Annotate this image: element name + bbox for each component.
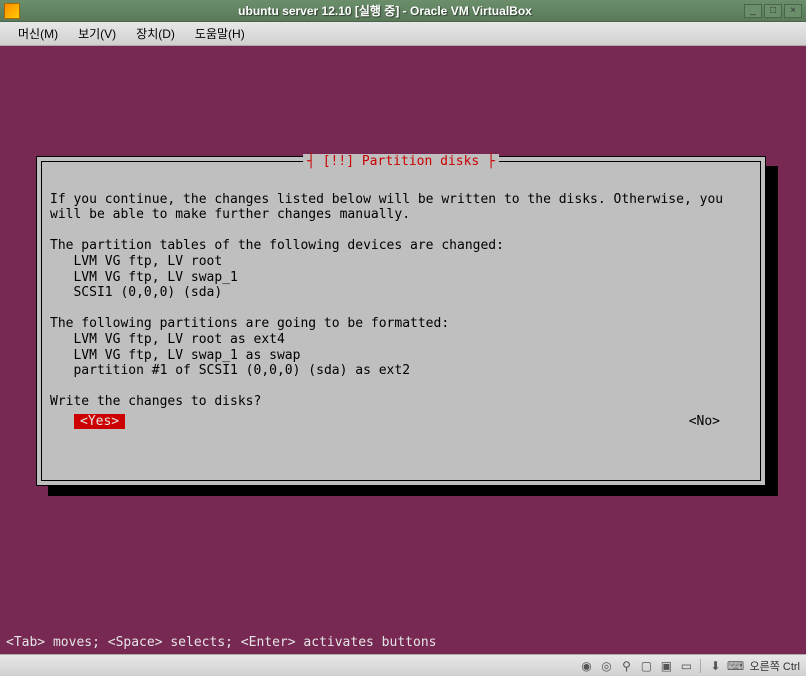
console-area[interactable]: ┤ [!!] Partition disks ├ If you continue… (0, 46, 806, 654)
titlebar[interactable]: ubuntu server 12.10 [실행 중] - Oracle VM V… (0, 0, 806, 22)
dialog-title: ┤ [!!] Partition disks ├ (303, 154, 499, 169)
dialog-title-text: [!!] Partition disks (323, 154, 480, 169)
format-header: The following partitions are going to be… (50, 316, 449, 331)
close-button[interactable]: × (784, 4, 802, 18)
dialog-inner: ┤ [!!] Partition disks ├ If you continue… (41, 161, 761, 481)
partition-dialog: ┤ [!!] Partition disks ├ If you continue… (36, 156, 766, 486)
menu-help[interactable]: 도움말(H) (185, 23, 255, 44)
dialog-choices: <Yes> <No> (50, 414, 752, 429)
help-text: <Tab> moves; <Space> selects; <Enter> ac… (6, 635, 436, 650)
separator (700, 659, 701, 673)
tables-header: The partition tables of the following de… (50, 238, 504, 253)
optical-icon[interactable]: ◎ (598, 658, 614, 674)
host-key-label: 오른쪽 Ctrl (749, 658, 800, 674)
window-controls: _ □ × (744, 4, 802, 18)
dialog-question: Write the changes to disks? (50, 394, 261, 409)
statusbar: ◉ ◎ ⚲ ▢ ▣ ▭ ⬇ ⌨ 오른쪽 Ctrl (0, 654, 806, 676)
network-icon[interactable]: ▢ (638, 658, 654, 674)
dialog-body: If you continue, the changes listed belo… (50, 176, 752, 410)
usb-icon[interactable]: ⚲ (618, 658, 634, 674)
shared-folder-icon[interactable]: ▣ (658, 658, 674, 674)
maximize-button[interactable]: □ (764, 4, 782, 18)
format-item-1: LVM VG ftp, LV root as ext4 (50, 332, 285, 347)
virtualbox-window: ubuntu server 12.10 [실행 중] - Oracle VM V… (0, 0, 806, 676)
host-key-icon[interactable]: ⌨ (727, 658, 743, 674)
tables-item-1: LVM VG ftp, LV root (50, 254, 222, 269)
menu-devices[interactable]: 장치(D) (126, 23, 185, 44)
menubar: 머신(M) 보기(V) 장치(D) 도움말(H) (0, 22, 806, 46)
menu-machine[interactable]: 머신(M) (8, 23, 68, 44)
minimize-button[interactable]: _ (744, 4, 762, 18)
hdd-icon[interactable]: ◉ (578, 658, 594, 674)
menu-view[interactable]: 보기(V) (68, 23, 126, 44)
format-item-3: partition #1 of SCSI1 (0,0,0) (sda) as e… (50, 363, 410, 378)
dialog-intro: If you continue, the changes listed belo… (50, 192, 731, 223)
yes-button[interactable]: <Yes> (74, 414, 125, 429)
app-icon (4, 3, 20, 19)
window-title: ubuntu server 12.10 [실행 중] - Oracle VM V… (26, 2, 744, 19)
display-icon[interactable]: ▭ (678, 658, 694, 674)
tables-item-3: SCSI1 (0,0,0) (sda) (50, 285, 222, 300)
no-button[interactable]: <No> (681, 414, 728, 429)
mouse-integration-icon[interactable]: ⬇ (707, 658, 723, 674)
format-item-2: LVM VG ftp, LV swap_1 as swap (50, 348, 300, 363)
tables-item-2: LVM VG ftp, LV swap_1 (50, 270, 238, 285)
